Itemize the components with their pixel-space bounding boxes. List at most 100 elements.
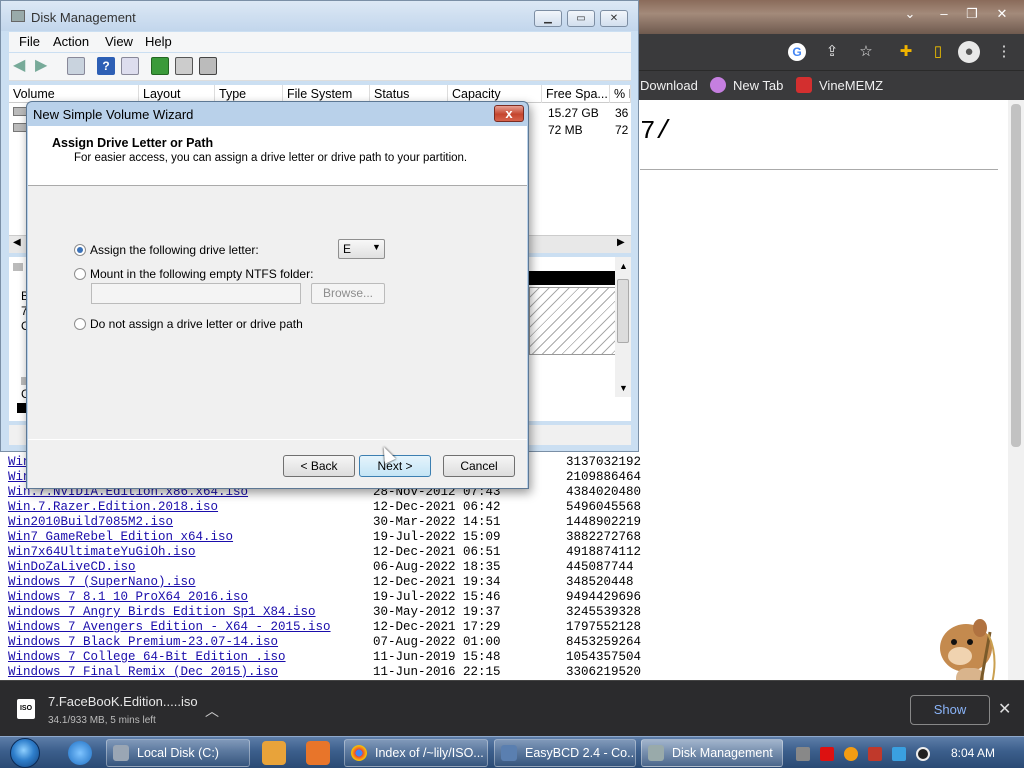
file-link[interactable]: Windows 7 8.1 10 ProX64 2016.iso — [8, 590, 248, 604]
close-button[interactable]: ✕ — [600, 10, 628, 27]
share-icon[interactable]: ⇪ — [820, 40, 844, 64]
close-icon[interactable]: ✕ — [988, 2, 1016, 26]
menu-help[interactable]: Help — [145, 34, 172, 49]
minimize-icon[interactable]: – — [930, 2, 958, 26]
more-menu-icon[interactable]: ⋮ — [992, 40, 1016, 64]
taskbar-easybcd[interactable]: EasyBCD 2.4 - Co... — [494, 739, 636, 767]
dialog-title-bar[interactable]: New Simple Volume Wizard x — [27, 102, 528, 126]
scrollbar-thumb[interactable] — [617, 279, 629, 343]
file-link[interactable]: Windows 7 Angry Birds Edition Sp1 X84.is… — [8, 605, 316, 619]
profile-avatar-icon[interactable]: ● — [958, 41, 980, 63]
no-letter-label[interactable]: Do not assign a drive letter or drive pa… — [90, 317, 303, 331]
back-button[interactable]: < Back — [283, 455, 355, 477]
show-all-button[interactable]: Show — [910, 695, 990, 725]
drive-letter-select[interactable]: E ▼ — [338, 239, 385, 259]
file-link[interactable]: Windows 7 Avengers Edition - X64 - 2015.… — [8, 620, 331, 634]
taskbar-local-disk[interactable]: Local Disk (C:) — [106, 739, 250, 767]
file-row: Windows 7 (SuperNano).iso 12-Dec-2021 19:… — [8, 575, 648, 590]
start-button[interactable] — [10, 738, 40, 768]
bookmark-download[interactable]: Download — [640, 77, 698, 95]
tray-app-icon[interactable] — [796, 747, 810, 761]
file-row: Windows 7 Avengers Edition - X64 - 2015.… — [8, 620, 648, 635]
minimize-button[interactable]: ▁ — [534, 10, 562, 27]
taskbar-disk-management[interactable]: Disk Management — [641, 739, 783, 767]
column-percent-free[interactable]: % F — [610, 85, 631, 103]
rescan-disks-icon[interactable] — [175, 57, 193, 75]
file-link[interactable]: WinDoZaLiveCD.iso — [8, 560, 136, 574]
extension-icon[interactable]: ✚ — [894, 40, 918, 64]
app-icon[interactable] — [306, 741, 330, 765]
scroll-left-icon[interactable]: ◀ — [13, 237, 21, 248]
cancel-button[interactable]: Cancel — [443, 455, 515, 477]
chevron-up-icon[interactable]: ︿ — [205, 701, 219, 721]
download-filename[interactable]: 7.FaceBooK.Edition.....iso — [48, 694, 198, 709]
menu-view[interactable]: View — [105, 34, 133, 49]
antivirus-icon[interactable] — [820, 747, 834, 761]
mount-folder-label[interactable]: Mount in the following empty NTFS folder… — [90, 267, 313, 281]
scroll-right-icon[interactable]: ▶ — [617, 237, 625, 248]
back-arrow-icon[interactable]: ◀ — [13, 57, 31, 75]
close-icon[interactable]: ✕ — [998, 699, 1011, 719]
unallocated-partition[interactable] — [529, 287, 617, 355]
media-player-icon[interactable] — [262, 741, 286, 765]
network-icon[interactable] — [892, 747, 906, 761]
volume-icon[interactable] — [916, 747, 930, 761]
free-space-value: 15.27 GB — [548, 106, 599, 120]
menu-file[interactable]: File — [19, 34, 40, 49]
refresh-icon[interactable] — [151, 57, 169, 75]
vertical-scrollbar[interactable]: ▲ ▼ — [615, 257, 631, 397]
title-bar[interactable]: Disk Management ▁ ▭ ✕ — [1, 1, 638, 31]
file-date: 19-Jul-2022 15:09 — [373, 530, 501, 544]
dialog-close-button[interactable]: x — [494, 105, 524, 122]
scroll-down-icon[interactable]: ▼ — [619, 383, 628, 393]
drive-icon — [13, 123, 27, 132]
mount-folder-radio[interactable] — [74, 268, 86, 280]
scroll-up-icon[interactable]: ▲ — [619, 261, 628, 271]
properties-icon[interactable] — [121, 57, 139, 75]
help-icon[interactable]: ? — [97, 57, 115, 75]
disk-properties-icon[interactable] — [199, 57, 217, 75]
forward-arrow-icon[interactable]: ▶ — [35, 57, 53, 75]
file-link[interactable]: Win.7.Razer.Edition.2018.iso — [8, 500, 218, 514]
file-link[interactable]: Win2010Build7085M2.iso — [8, 515, 173, 529]
console-tree-icon[interactable] — [67, 57, 85, 75]
maximize-button[interactable]: ▭ — [567, 10, 595, 27]
sidebar-icon[interactable]: ▯ — [926, 40, 950, 64]
file-date: 12-Dec-2021 17:29 — [373, 620, 501, 634]
flag-icon[interactable] — [868, 747, 882, 761]
menu-action[interactable]: Action — [53, 34, 89, 49]
scrollbar-thumb[interactable] — [1011, 104, 1021, 447]
restore-icon[interactable]: ❐ — [958, 2, 986, 26]
bookmark-vinememz[interactable]: VineMEMZ — [796, 77, 883, 95]
taskbar-chrome-index[interactable]: Index of /~lily/ISO... — [344, 739, 488, 767]
clock[interactable]: 8:04 AM — [951, 746, 995, 760]
bookmark-new-tab[interactable]: New Tab — [710, 77, 783, 95]
file-date: 12-Dec-2021 06:51 — [373, 545, 501, 559]
assign-letter-label[interactable]: Assign the following drive letter: — [90, 243, 259, 257]
file-link[interactable]: Win7_GameRebel_Edition_x64.iso — [8, 530, 233, 544]
file-link[interactable]: Windows 7 Final Remix (Dec 2015).iso — [8, 665, 278, 679]
star-icon[interactable]: ☆ — [854, 40, 878, 64]
no-letter-radio[interactable] — [74, 318, 86, 330]
file-size: 4918874112 — [566, 545, 642, 559]
google-icon[interactable]: G — [788, 43, 806, 61]
search-tray-icon[interactable] — [844, 747, 858, 761]
file-link[interactable]: Win7x64UltimateYuGiOh.iso — [8, 545, 196, 559]
file-link[interactable]: Windows 7 (SuperNano).iso — [8, 575, 196, 589]
page-heading: 7/ — [640, 116, 672, 146]
browse-button[interactable]: Browse... — [311, 283, 385, 304]
page-scrollbar[interactable] — [1008, 100, 1024, 680]
assign-letter-radio[interactable] — [74, 244, 86, 256]
download-shelf: ISO 7.FaceBooK.Edition.....iso 34.1/933 … — [0, 680, 1024, 736]
file-size: 445087744 — [566, 560, 634, 574]
chevron-down-icon[interactable]: ⌄ — [896, 2, 924, 26]
file-size: 1448902219 — [566, 515, 642, 529]
ntfs-folder-path-input[interactable] — [91, 283, 301, 304]
iso-file-icon[interactable]: ISO — [17, 699, 35, 719]
disk-icon — [13, 263, 23, 271]
file-link[interactable]: Windows 7 Black Premium-23.07-14.iso — [8, 635, 278, 649]
column-free-space[interactable]: Free Spa... — [542, 85, 610, 103]
file-row: Windows 7 8.1 10 ProX64 2016.iso 19-Jul-2… — [8, 590, 648, 605]
file-link[interactable]: Windows 7 College 64-Bit Edition .iso — [8, 650, 286, 664]
internet-explorer-icon[interactable] — [68, 741, 92, 765]
